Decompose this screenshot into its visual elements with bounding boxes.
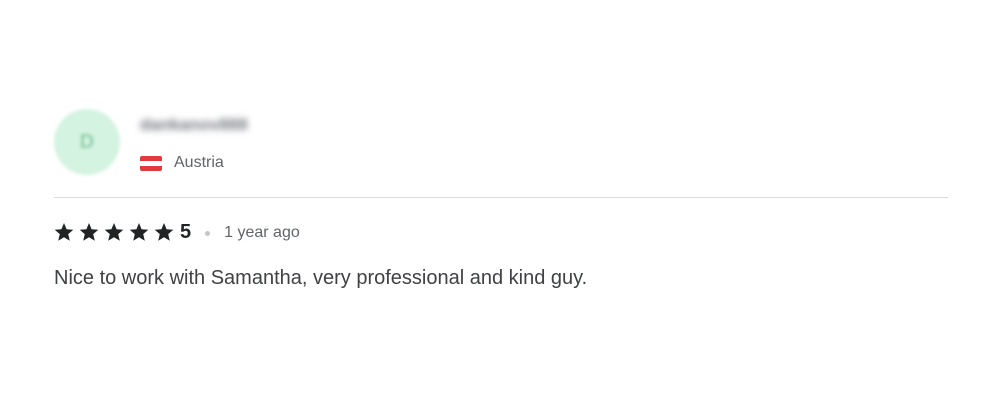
star-icon: [154, 222, 174, 242]
star-icon: [79, 222, 99, 242]
reviewer-country: Austria: [174, 154, 224, 171]
separator-dot: [205, 231, 211, 236]
star-icon: [104, 222, 124, 242]
rating-row: 5 1 year ago: [54, 220, 948, 244]
reviewer-username[interactable]: dankanov888: [140, 114, 248, 136]
star-rating: [54, 222, 179, 242]
avatar[interactable]: D: [54, 109, 120, 175]
austria-flag-icon: [140, 155, 162, 171]
rating-value: 5: [180, 220, 192, 243]
reviewer-info: dankanov888 Austria: [140, 114, 248, 172]
review-time: 1 year ago: [224, 224, 300, 241]
review-text: Nice to work with Samantha, very profess…: [54, 267, 588, 289]
reviewer-country-row: Austria: [140, 154, 248, 172]
star-icon: [129, 222, 149, 242]
review-card: D dankanov888 Austria 5 1 year ago Nice …: [54, 98, 948, 292]
avatar-initial: D: [79, 130, 95, 153]
reviewer-header: D dankanov888 Austria: [54, 98, 948, 186]
divider: [54, 197, 948, 198]
star-icon: [54, 222, 74, 242]
